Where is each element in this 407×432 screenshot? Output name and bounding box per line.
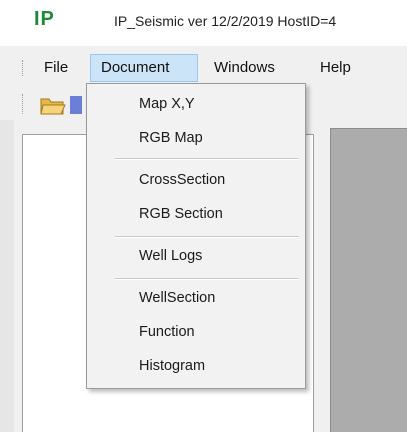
- menu-item-function[interactable]: Function: [139, 324, 195, 340]
- window-title: IP_Seismic ver 12/2/2019 HostID=4: [114, 13, 337, 29]
- menu-item-cross-section[interactable]: CrossSection: [139, 172, 225, 188]
- menu-document[interactable]: Document: [90, 54, 198, 82]
- document-dropdown-menu: Map X,Y RGB Map CrossSection RGB Section…: [86, 83, 306, 389]
- menu-item-map-xy[interactable]: Map X,Y: [139, 96, 195, 112]
- menu-separator: [115, 158, 299, 160]
- workspace-panel[interactable]: [330, 128, 407, 432]
- app-window: IP IP_Seismic ver 12/2/2019 HostID=4 Fil…: [0, 0, 407, 432]
- app-logo: IP: [34, 8, 55, 30]
- toolbar-grip[interactable]: [22, 94, 25, 114]
- menu-help[interactable]: Help: [310, 54, 361, 82]
- menu-bar: File Document Windows Help: [0, 52, 407, 84]
- tool-icon[interactable]: [70, 96, 82, 114]
- menu-file[interactable]: File: [34, 54, 78, 82]
- menu-item-histogram[interactable]: Histogram: [139, 358, 205, 374]
- menu-separator: [115, 278, 299, 280]
- menu-item-rgb-section[interactable]: RGB Section: [139, 206, 223, 222]
- menu-separator: [115, 236, 299, 238]
- menu-item-well-section[interactable]: WellSection: [139, 290, 215, 306]
- left-border: [0, 120, 14, 432]
- menu-windows[interactable]: Windows: [204, 54, 285, 82]
- menu-item-rgb-map[interactable]: RGB Map: [139, 130, 203, 146]
- menubar-grip[interactable]: [22, 60, 25, 76]
- open-folder-icon[interactable]: [40, 94, 66, 116]
- menu-item-well-logs[interactable]: Well Logs: [139, 248, 202, 264]
- title-bar: IP IP_Seismic ver 12/2/2019 HostID=4: [0, 0, 407, 46]
